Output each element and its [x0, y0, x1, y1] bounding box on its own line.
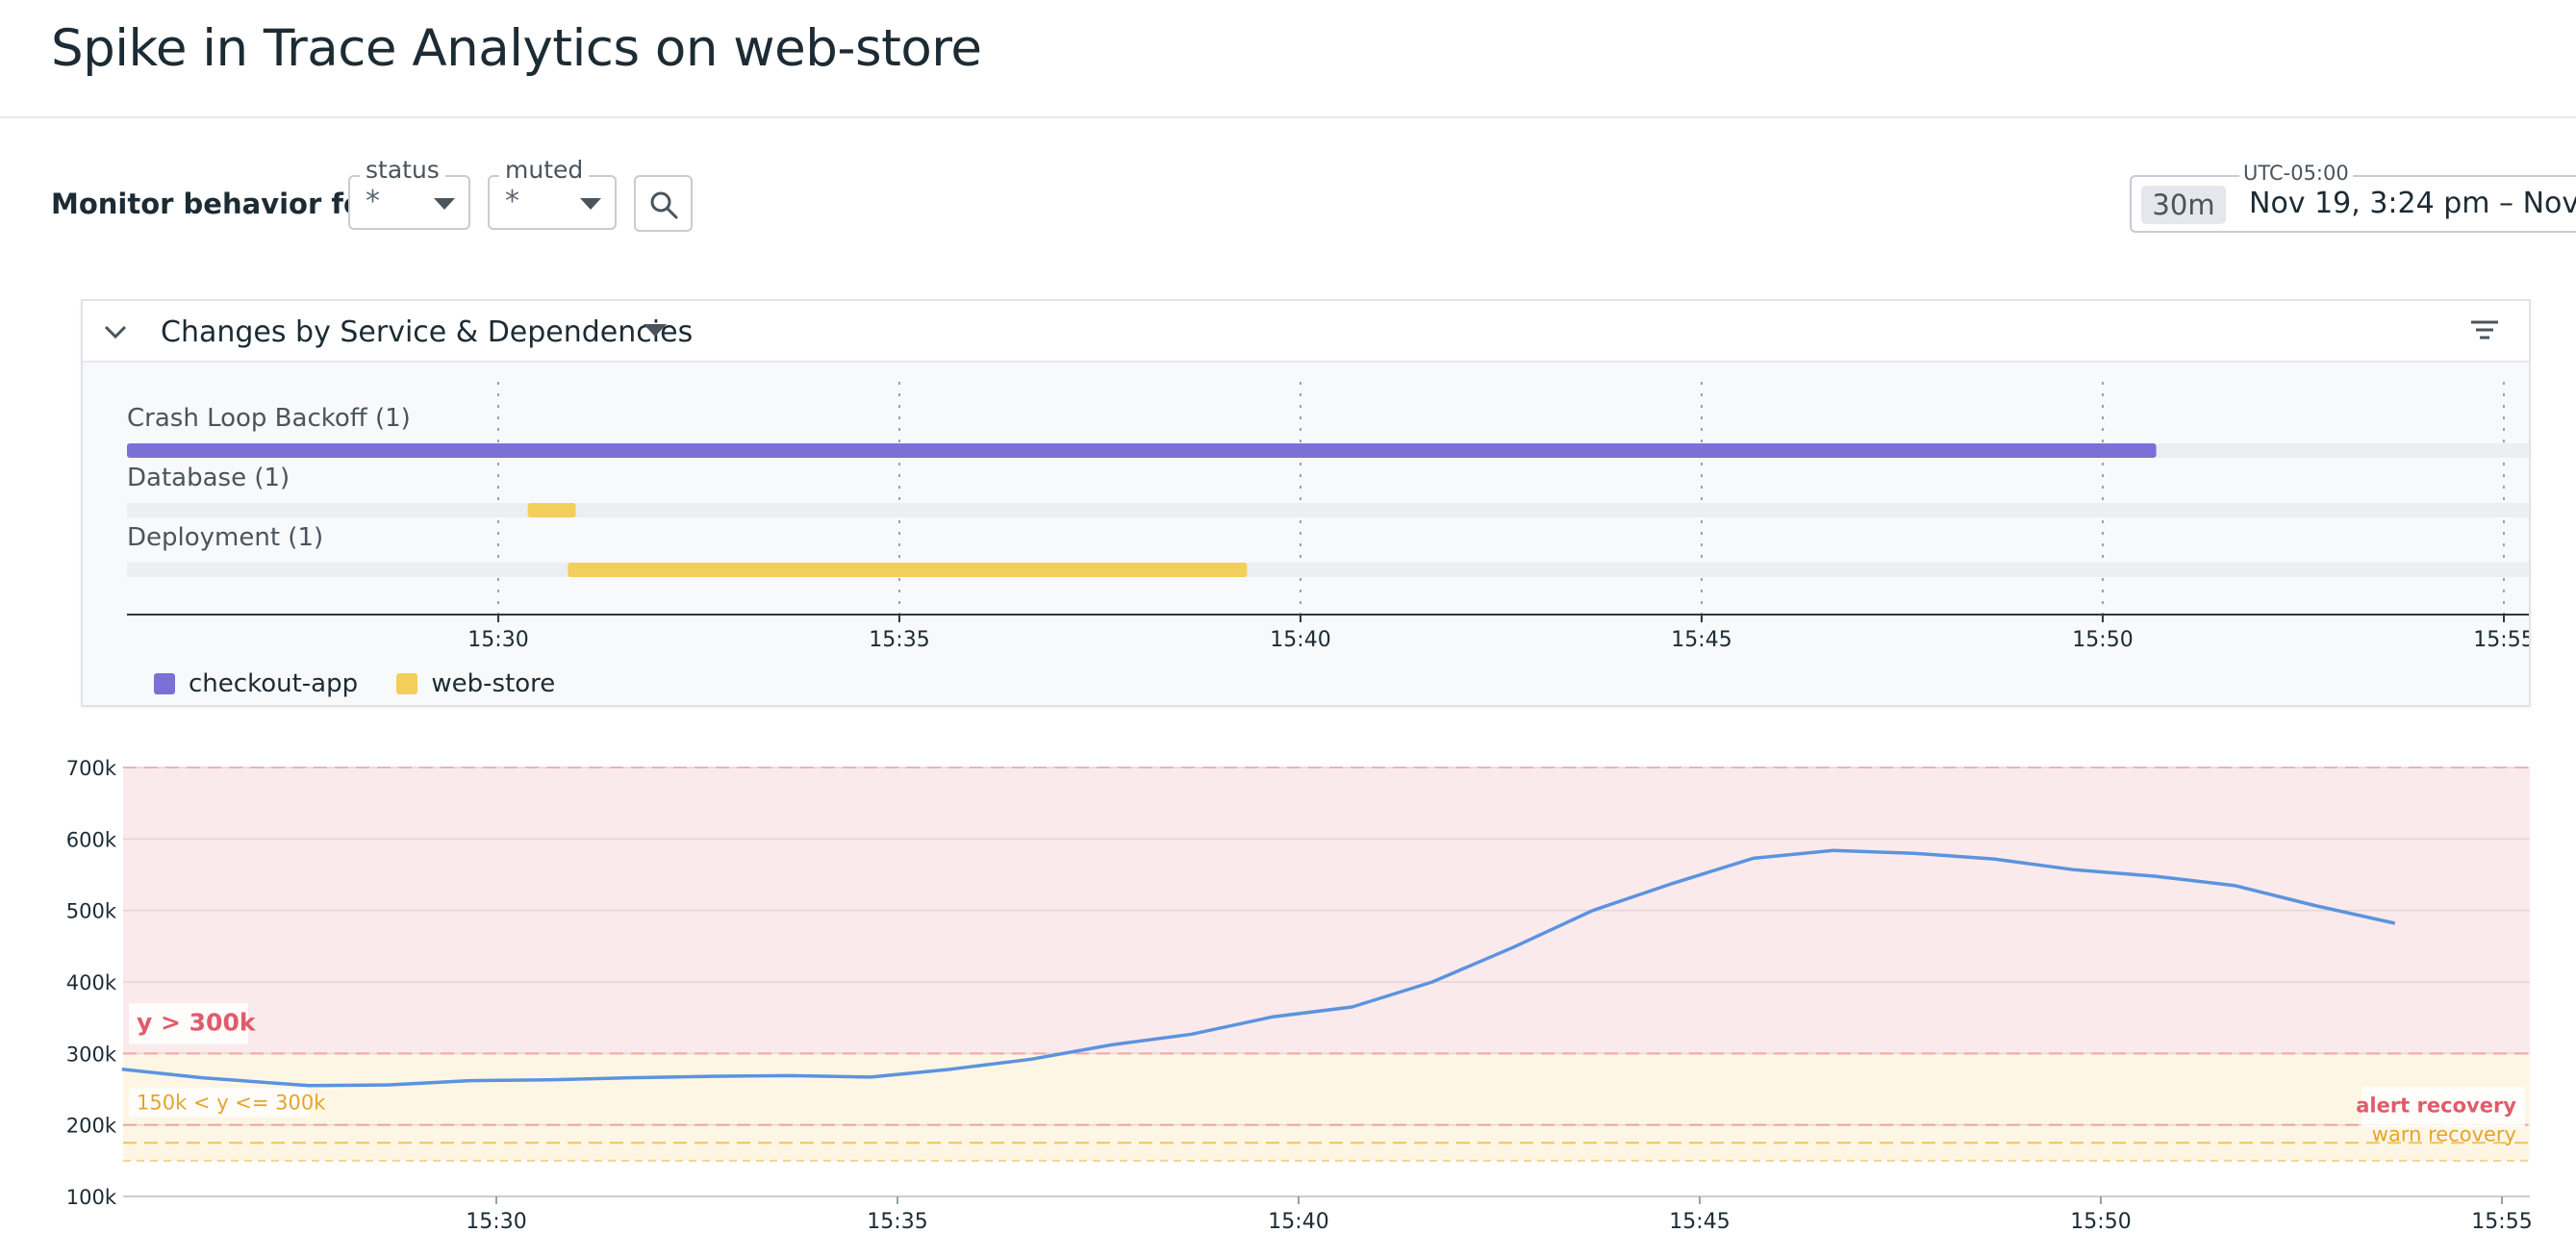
chevron-down-icon[interactable] [644, 324, 667, 338]
change-track [127, 503, 2529, 517]
status-select[interactable]: status * [348, 156, 470, 230]
x-tick-label: 15:30 [466, 1210, 526, 1234]
x-tick-label: 15:50 [2072, 628, 2133, 652]
x-tick-label: 15:45 [1669, 1210, 1730, 1234]
y-tick-label: 100k [66, 1186, 117, 1209]
x-tick-label: 15:40 [1268, 1210, 1328, 1234]
search-icon [650, 191, 678, 219]
warning-threshold-label: 150k < y <= 300k [137, 1091, 326, 1114]
changes-legend: checkout-app web-store [154, 669, 586, 698]
filter-icon[interactable] [2469, 318, 2500, 345]
x-tick-label: 15:50 [2070, 1210, 2131, 1234]
time-range-picker[interactable]: UTC-05:00 30m Nov 19, 3:24 pm – Nov 19 [2130, 162, 2576, 233]
x-tick-label: 15:30 [467, 628, 528, 652]
changes-panel: Changes by Service & Dependencies Crash … [81, 299, 2531, 707]
y-tick-label: 200k [66, 1115, 117, 1138]
y-tick-label: 400k [66, 971, 117, 994]
status-select-value: * [366, 185, 380, 218]
change-bar [568, 563, 1248, 577]
search-button[interactable] [634, 175, 693, 232]
legend-label: checkout-app [189, 669, 359, 698]
legend-item-web-store[interactable]: web-store [396, 669, 555, 698]
warning-zone [123, 1053, 2530, 1161]
change-bar [527, 503, 576, 517]
x-tick-label: 15:35 [867, 1210, 927, 1234]
x-tick-label: 15:55 [2473, 628, 2529, 652]
x-tick-label: 15:35 [869, 628, 929, 652]
chevron-down-icon [580, 198, 601, 210]
status-select-label: status [360, 156, 445, 184]
title-divider [0, 116, 2576, 118]
change-bar [127, 443, 2157, 458]
x-tick-label: 15:40 [1270, 628, 1330, 652]
y-tick-label: 700k [66, 757, 117, 780]
y-tick-label: 300k [66, 1043, 117, 1066]
monitor-behavior-label: Monitor behavior for [51, 188, 377, 220]
y-tick-label: 500k [66, 900, 117, 923]
trace-analytics-chart: 100k 200k 300k 400k 500k 600k 700k y > 300k 150k… [66, 757, 2533, 1234]
legend-swatch [154, 673, 175, 694]
x-tick-label: 15:45 [1671, 628, 1731, 652]
muted-select[interactable]: muted * [488, 156, 617, 230]
muted-select-value: * [505, 185, 519, 218]
legend-swatch [396, 673, 418, 694]
x-tick-label: 15:55 [2471, 1210, 2532, 1234]
changes-timeline: Crash Loop Backoff (1) Database (1) Deploy… [127, 382, 2529, 652]
change-track [127, 563, 2529, 577]
change-row-label: Database (1) [127, 464, 290, 492]
change-row-label: Deployment (1) [127, 523, 323, 552]
alert-threshold-label: y > 300k [137, 1008, 257, 1036]
timezone-label: UTC-05:00 [2239, 162, 2353, 185]
muted-select-label: muted [499, 156, 590, 184]
collapse-chevron-icon[interactable] [102, 318, 129, 345]
y-tick-label: 600k [66, 828, 117, 851]
chevron-down-icon [434, 198, 455, 210]
changes-panel-title[interactable]: Changes by Service & Dependencies [161, 315, 693, 349]
alert-recovery-label: alert recovery [2356, 1094, 2516, 1118]
time-range-text: Nov 19, 3:24 pm – Nov 19 [2249, 187, 2576, 220]
changes-panel-header: Changes by Service & Dependencies [83, 301, 2529, 363]
legend-item-checkout-app[interactable]: checkout-app [154, 669, 358, 698]
duration-chip[interactable]: 30m [2141, 186, 2226, 224]
warn-recovery-label: warn recovery [2372, 1122, 2516, 1145]
page-title: Spike in Trace Analytics on web-store [51, 19, 982, 78]
legend-label: web-store [431, 669, 556, 698]
change-row-label: Crash Loop Backoff (1) [127, 404, 411, 433]
